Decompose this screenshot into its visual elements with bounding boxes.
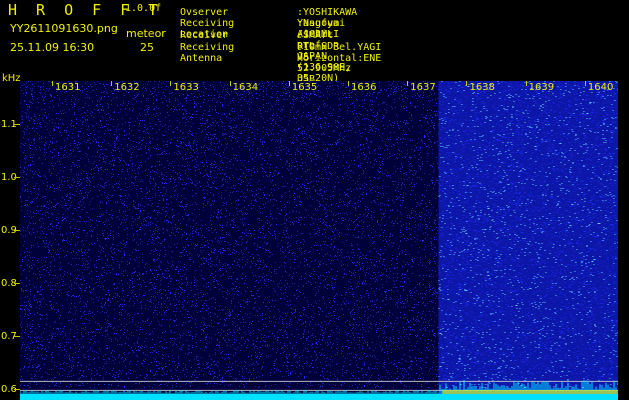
spectrogram (20, 81, 618, 400)
time-tick-label: 1636 (351, 82, 377, 93)
time-tick-label: 1633 (173, 82, 199, 93)
spectrogram-canvas (20, 81, 618, 400)
time-tick-label: 1638 (469, 82, 495, 93)
meteor-count: 25 (140, 41, 154, 54)
frequency-tick-mark (14, 229, 20, 231)
high-level-trace (442, 390, 618, 394)
frequency-tick-mark (14, 336, 20, 338)
time-tick-mark (229, 81, 231, 86)
time-tick-label: 1637 (410, 82, 436, 93)
time-tick-mark (52, 81, 53, 86)
datetime: 25.11.09 16:30 (10, 41, 95, 54)
hrofft-window: H R O F F T 1.0.0f YY2611091630.png mete… (0, 0, 629, 400)
level-trace (20, 394, 618, 400)
time-tick-label: 1635 (291, 82, 318, 93)
frequency-tick-mark (14, 123, 20, 125)
time-tick-mark (111, 81, 113, 86)
observer-label: Ovserver (180, 7, 229, 18)
time-tick-mark (525, 81, 527, 86)
time-tick-mark (584, 81, 586, 86)
time-tick-label: 1631 (55, 82, 81, 93)
time-tick-mark (170, 81, 172, 86)
time-tick-label: 1639 (528, 82, 555, 93)
time-tick-label: 1640 (587, 82, 614, 93)
time-tick-label: 1632 (114, 82, 140, 93)
meteor-label: meteor (126, 27, 166, 40)
file-name: YY2611091630.png (10, 22, 118, 35)
time-tick-mark (348, 81, 350, 86)
antenna-value: :10mH 3el.YAGI Horizontal:ENE (297, 42, 382, 64)
antenna-label: Receiving Antenna (180, 42, 235, 64)
frequency-tick-mark (14, 389, 20, 391)
frequency-unit-label: kHz (2, 73, 21, 84)
app-version: 1.0.0f (125, 3, 162, 14)
time-tick-mark (466, 81, 468, 86)
receiver-label: Receiver (180, 30, 229, 41)
frequency-tick-mark (14, 176, 20, 178)
time-tick-mark (407, 81, 409, 86)
time-tick-label: 1634 (232, 82, 259, 93)
time-tick-mark (288, 81, 290, 86)
frequency-tick-mark (14, 283, 20, 285)
